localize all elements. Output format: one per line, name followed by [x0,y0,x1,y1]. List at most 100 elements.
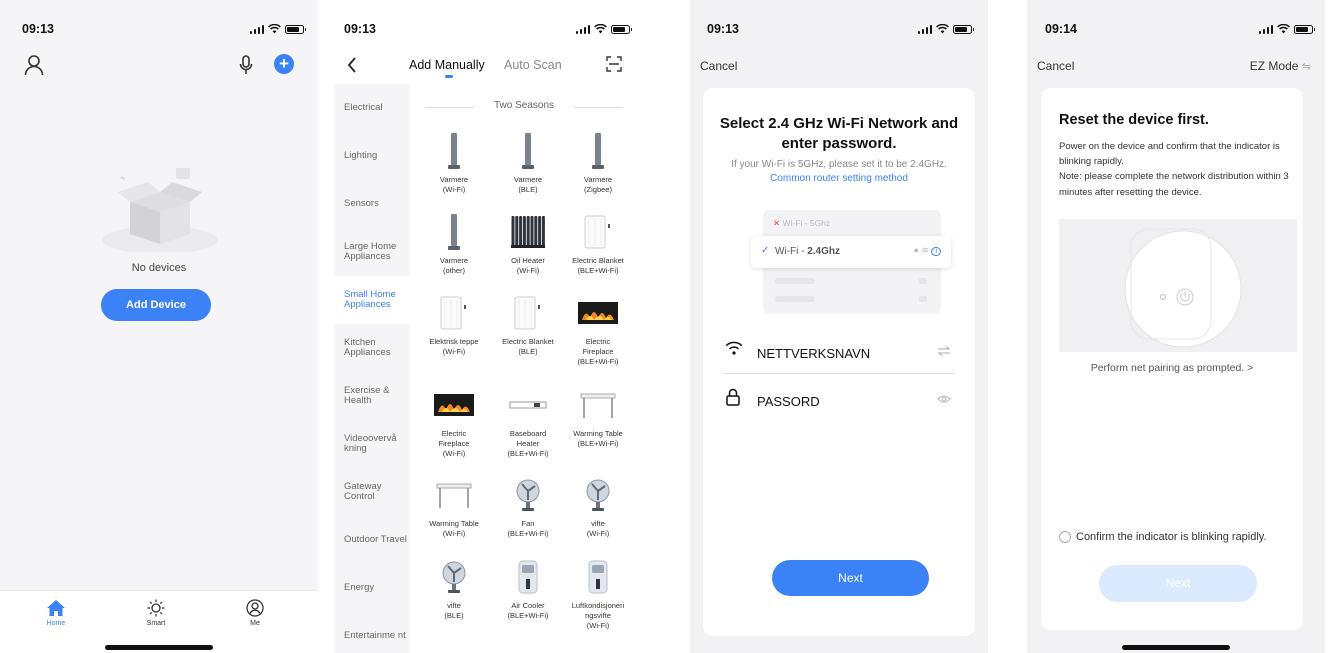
category-item[interactable]: Energy [334,564,410,612]
back-chevron-icon[interactable] [346,56,358,74]
category-item[interactable]: Lighting [334,132,410,180]
mode-switch[interactable]: EZ Mode ⇋ [1250,59,1311,73]
category-item[interactable]: Outdoor Travel [334,516,410,564]
product-item[interactable]: Varmere (Wi-Fi) [420,131,488,195]
tab-auto-scan[interactable]: Auto Scan [504,58,562,72]
lock-icon [726,388,740,406]
product-item[interactable]: Air Cooler (BLE+Wi-Fi) [494,557,562,621]
tab-home[interactable]: Home [31,599,81,627]
sun-icon [147,599,165,617]
switch-arrows-icon: ⇋ [1301,61,1311,73]
product-item[interactable]: Electric Blanket (BLE+Wi-Fi) [564,212,632,276]
product-label: Varmere (Zigbee) [583,175,613,194]
product-item[interactable]: Warming Table (Wi-Fi) [420,475,488,539]
product-label: Varmere (other) [439,256,469,275]
net-pairing-link[interactable]: Perform net pairing as prompted. > [1041,362,1303,374]
product-label: Air Cooler (BLE+Wi-Fi) [507,601,549,620]
table-image [564,385,632,425]
category-item[interactable]: Entertainme nt [334,612,410,653]
category-item[interactable]: Kitchen Appliances [334,324,410,372]
empty-state-text: No devices [131,262,187,274]
product-item[interactable]: Electric Blanket (BLE) [494,293,562,357]
status-bar: 09:13 [690,22,988,40]
status-bar: 09:13 [334,22,644,40]
category-item[interactable]: Large Home Appliances [334,228,410,276]
category-item[interactable]: Gateway Control [334,468,410,516]
blanket-image [420,293,488,333]
wifi-hint-text: If your Wi-Fi is 5GHz, please set it to … [731,159,947,170]
oil-heater-image [494,212,562,252]
cross-icon: ✕ [773,218,781,228]
product-item[interactable]: vifte (Wi-Fi) [564,475,632,539]
product-item[interactable]: Varmere (other) [420,212,488,276]
tab-add-manually[interactable]: Add Manually [409,58,485,72]
product-label: vifte (Wi-Fi) [586,519,610,538]
tab-smart[interactable]: Smart [131,599,181,627]
signal-icon [575,24,590,34]
product-item[interactable]: Varmere (Zigbee) [564,131,632,195]
person-icon [246,599,264,617]
product-item[interactable]: Electric Fireplace (BLE+Wi-Fi) [564,293,632,366]
router-setting-link[interactable]: Common router setting method [770,173,908,184]
category-item[interactable]: Exercise & Health [334,372,410,420]
password-field[interactable]: PASSORD [723,380,955,422]
product-item[interactable]: vifte (BLE) [420,557,488,621]
wifi-card: Select 2.4 GHz Wi-Fi Network and enter p… [703,88,975,636]
confirm-blinking-label: Confirm the indicator is blinking rapidl… [1076,531,1267,543]
fireplace-image [564,293,632,333]
product-label: Luftkondisjoneri ngsvifte (Wi-Fi) [571,601,625,630]
product-item[interactable]: Baseboard Heater (BLE+Wi-Fi) [494,385,562,458]
product-label: Oil Heater (Wi-Fi) [511,256,545,275]
product-item[interactable]: Oil Heater (Wi-Fi) [494,212,562,276]
category-list: Electrical Lighting Sensors Large Home A… [334,84,410,653]
reset-instruction-1: Power on the device and confirm that the… [1059,141,1280,168]
status-bar: 09:13 [0,22,318,40]
cooler-image [494,557,562,597]
category-item-active[interactable]: Small Home Appliances [334,276,410,324]
product-label: Varmere (Wi-Fi) [439,175,469,194]
signal-icon [249,24,264,34]
microphone-icon[interactable] [239,55,253,75]
group-title: Two Seasons [426,100,622,114]
confirm-blinking-checkbox[interactable]: Confirm the indicator is blinking rapidl… [1059,531,1267,543]
page-title: Reset the device first. [1059,112,1209,128]
product-item[interactable]: Warming Table (BLE+Wi-Fi) [564,385,632,449]
bottom-tab-bar: Home Smart Me [0,590,318,653]
wifi-icon [936,24,949,34]
mode-label: EZ Mode [1249,59,1299,73]
active-tab-indicator [445,75,453,78]
signal-icon [1258,24,1273,34]
user-icon[interactable] [24,54,44,76]
cancel-button[interactable]: Cancel [1037,59,1074,73]
fan-image [420,557,488,597]
category-item[interactable]: Videoovervå kning [334,420,410,468]
product-item[interactable]: Luftkondisjoneri ngsvifte (Wi-Fi) [564,557,632,630]
category-item[interactable]: Sensors [334,180,410,228]
home-screen: 09:13 + No devices Add Device Home Smart [0,0,318,653]
next-button-disabled[interactable]: Next [1099,565,1257,602]
radio-icon [1059,531,1071,543]
battery-icon [953,25,974,34]
fireplace-image [420,385,488,425]
wifi-name-field[interactable]: NETTVERKSNAVN [723,332,955,374]
next-button[interactable]: Next [772,560,929,596]
add-device-plus-button[interactable]: + [274,54,294,74]
home-indicator [105,645,213,650]
product-item[interactable]: Electric Fireplace (Wi-Fi) [420,385,488,458]
product-item[interactable]: Fan (BLE+Wi-Fi) [494,475,562,539]
fan-image [494,475,562,515]
eye-icon[interactable] [937,394,951,404]
tab-me[interactable]: Me [230,599,280,627]
add-device-button[interactable]: Add Device [101,289,211,321]
cancel-button[interactable]: Cancel [700,59,737,73]
reset-device-screen: 09:14 Cancel EZ Mode ⇋ Reset the device … [1027,0,1325,653]
category-item[interactable]: Electrical [334,84,410,132]
product-item[interactable]: Elektrisk teppe (Wi-Fi) [420,293,488,357]
switch-network-icon[interactable] [937,346,951,356]
blanket-image [564,212,632,252]
status-time: 09:13 [707,22,739,36]
scan-icon[interactable] [606,56,622,72]
reset-instruction-2: Note: please complete the network distri… [1059,171,1289,198]
product-item[interactable]: Varmere (BLE) [494,131,562,195]
product-label: Warming Table (BLE+Wi-Fi) [573,429,623,448]
